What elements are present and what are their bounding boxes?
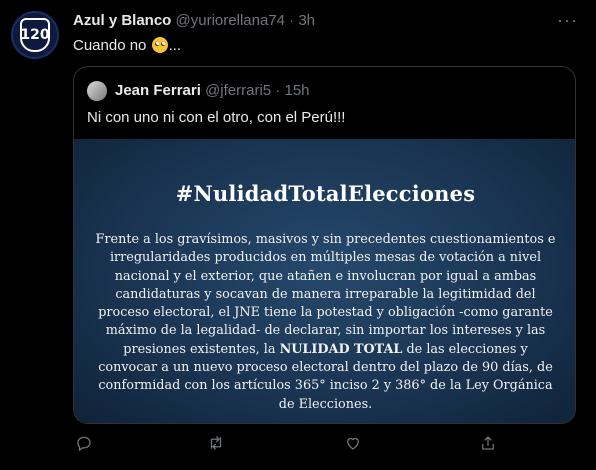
reply-icon[interactable] — [73, 432, 95, 454]
handle[interactable]: @yuriorellana74 — [176, 12, 285, 29]
image-body-bold: NULIDAD TOTAL — [279, 341, 403, 357]
tweet-text: Cuando no ... — [73, 37, 181, 54]
quoted-avatar[interactable] — [87, 81, 107, 101]
tweet-text-main: Cuando no — [73, 37, 147, 54]
quoted-handle[interactable]: @jferrari5 — [205, 82, 271, 99]
timestamp[interactable]: 3h — [298, 12, 315, 29]
separator-dot: · — [271, 82, 285, 99]
quoted-image[interactable]: #NulidadTotalElecciones Frente a los gra… — [74, 139, 575, 423]
avatar-logo: 120 — [20, 18, 50, 52]
tweet-header: Azul y Blanco @yuriorellana74 · 3h — [73, 12, 315, 29]
image-body-text: Frente a los gravísimos, masivos y sin p… — [95, 232, 556, 357]
image-body: Frente a los gravísimos, masivos y sin p… — [92, 231, 559, 414]
quoted-header: Jean Ferrari @jferrari5 · 15h — [115, 82, 310, 99]
avatar[interactable]: 120 — [11, 11, 59, 59]
tweet-text-ellipsis: ... — [168, 37, 182, 54]
quoted-timestamp[interactable]: 15h — [284, 82, 309, 99]
retweet-icon[interactable] — [205, 432, 227, 454]
quoted-display-name[interactable]: Jean Ferrari — [115, 82, 201, 99]
rolling-eyes-emoji-icon — [151, 37, 168, 53]
like-icon[interactable] — [342, 432, 364, 454]
share-icon[interactable] — [477, 432, 499, 454]
image-title: #NulidadTotalElecciones — [175, 181, 476, 206]
action-bar — [73, 432, 576, 458]
tweet[interactable]: 120 Azul y Blanco @yuriorellana74 · 3h ·… — [0, 0, 596, 470]
quoted-text: Ni con uno ni con el otro, con el Perú!!… — [87, 109, 346, 126]
quoted-tweet[interactable]: Jean Ferrari @jferrari5 · 15h Ni con uno… — [73, 66, 576, 424]
separator-dot: · — [284, 12, 299, 29]
more-options-icon[interactable]: ··· — [557, 10, 578, 31]
display-name[interactable]: Azul y Blanco — [73, 12, 171, 29]
